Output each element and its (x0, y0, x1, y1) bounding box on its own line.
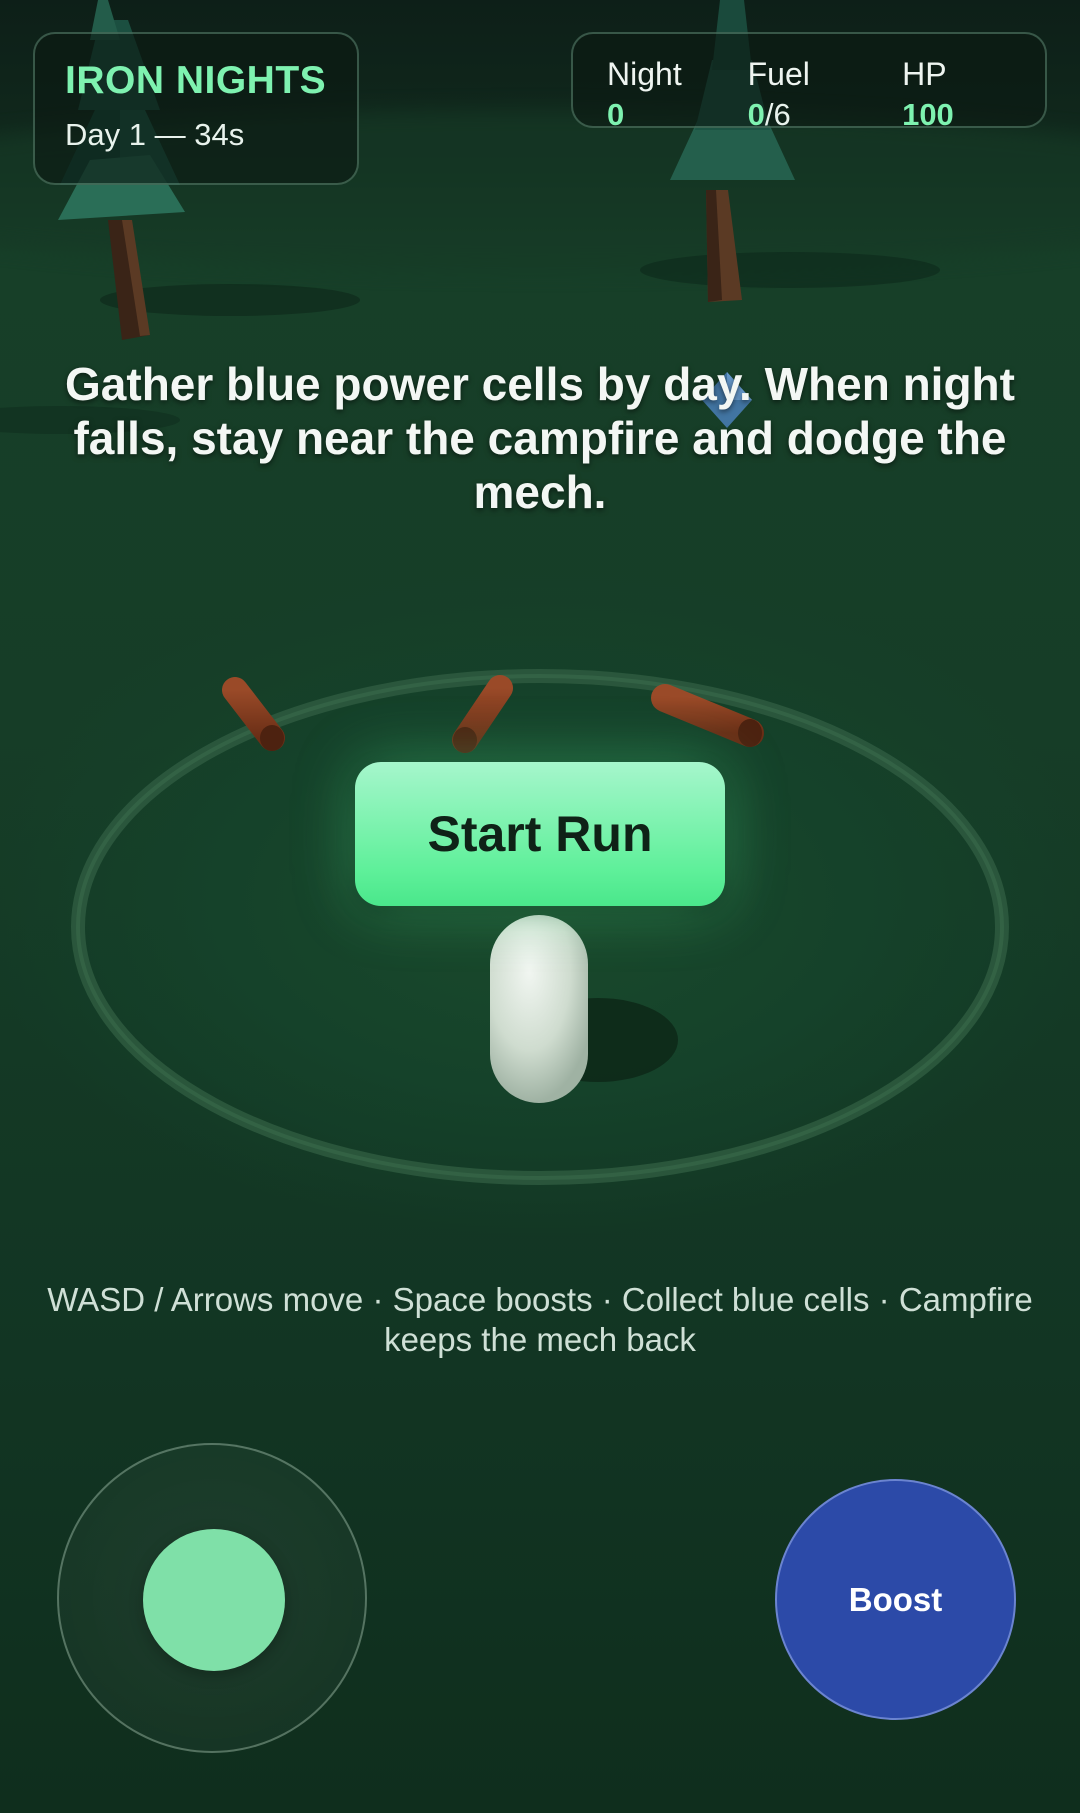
hp-stat: HP 100 (902, 56, 1011, 130)
joystick-knob[interactable] (143, 1529, 285, 1671)
virtual-joystick[interactable] (57, 1443, 367, 1753)
night-value: 0 (607, 97, 625, 132)
game-title: IRON NIGHTS (65, 59, 327, 102)
player-capsule (490, 915, 588, 1103)
instructions-text: Gather blue power cells by day. When nig… (65, 358, 1015, 518)
log (452, 675, 513, 753)
night-label: Night (607, 56, 682, 92)
controls-hint: WASD / Arrows move · Space boosts · Coll… (47, 1281, 1033, 1358)
title-panel: IRON NIGHTS Day 1 — 34s (33, 32, 359, 185)
boost-button[interactable]: Boost (775, 1479, 1016, 1720)
fuel-label: Fuel (747, 56, 810, 92)
start-run-button[interactable]: Start Run (355, 762, 725, 906)
fuel-total: /6 (764, 97, 791, 132)
hp-value: 100 (902, 97, 954, 132)
game-stage: IRON NIGHTS Day 1 — 34s Night 0 Fuel 0/6… (0, 0, 1080, 1813)
fuel-stat: Fuel 0/6 (747, 56, 902, 130)
fuel-collected: 0 (747, 97, 765, 132)
stats-panel: Night 0 Fuel 0/6 HP 100 (571, 32, 1047, 130)
night-stat: Night 0 (607, 56, 748, 130)
tree-shadow (640, 252, 940, 288)
day-timer: Day 1 — 34s (65, 116, 245, 152)
hp-label: HP (902, 56, 947, 92)
fuel-value: 0/6 (748, 99, 902, 130)
